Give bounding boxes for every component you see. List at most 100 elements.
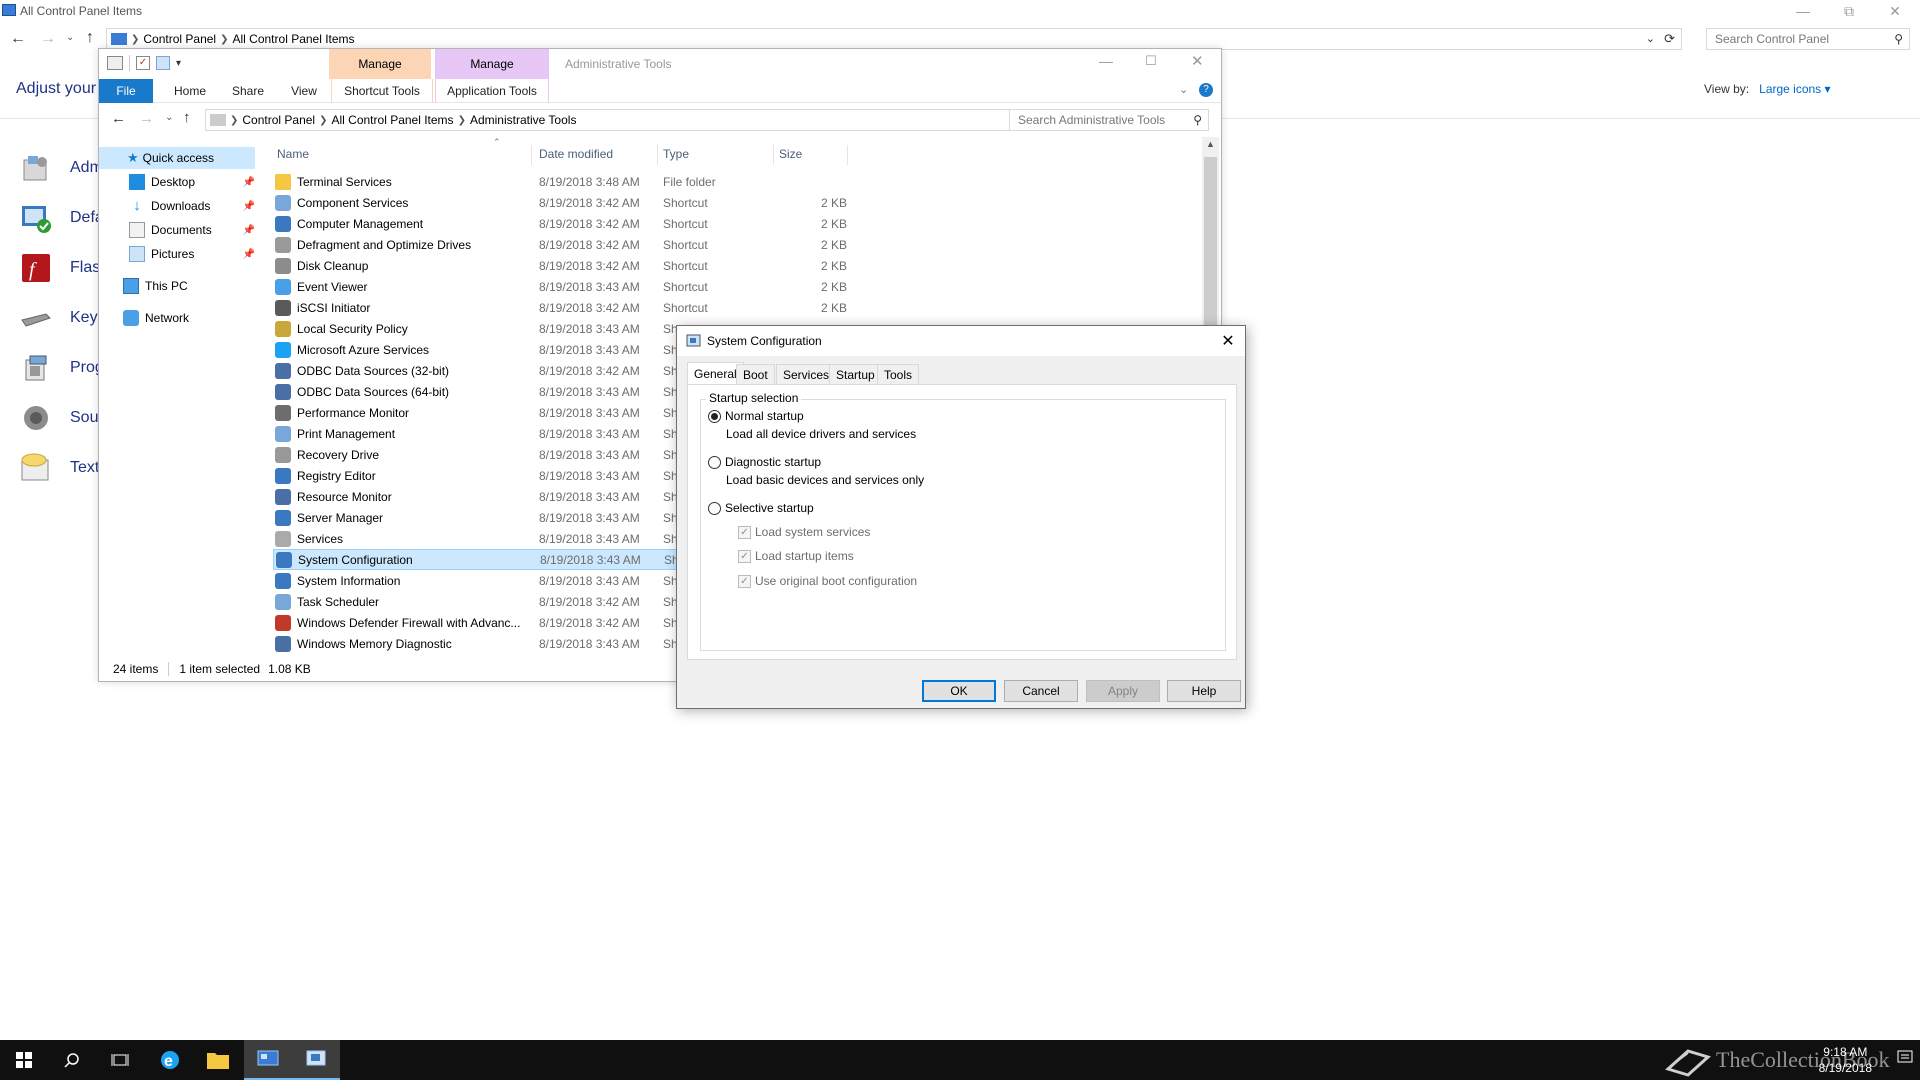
column-divider[interactable] [773, 145, 774, 165]
radio-diagnostic-startup[interactable]: Diagnostic startup [708, 455, 821, 469]
nav-documents[interactable]: Documents 📌 [129, 219, 255, 241]
file-row[interactable]: Defragment and Optimize Drives 8/19/2018 … [273, 234, 921, 255]
radio-selective-startup[interactable]: Selective startup [708, 501, 814, 515]
column-divider[interactable] [657, 145, 658, 165]
back-arrow-icon[interactable]: ← [111, 110, 126, 127]
radio-normal-startup[interactable]: Normal startup [708, 409, 804, 423]
system-clock[interactable]: 9:18 AM 8/19/2018 [1819, 1044, 1872, 1076]
checkbox-load-system-services[interactable]: ✓ Load system services [738, 525, 870, 539]
nav-quick-access[interactable]: ★ Quick access [99, 147, 255, 169]
cp-item-flash[interactable]: f Flash [20, 250, 109, 286]
file-row[interactable]: Terminal Services 8/19/2018 3:48 AM File f… [273, 171, 921, 192]
file-row[interactable]: Disk Cleanup 8/19/2018 3:42 AM Shortcut 2 K… [273, 255, 921, 276]
nav-downloads[interactable]: ↓ Downloads 📌 [129, 195, 255, 217]
nav-desktop[interactable]: Desktop 📌 [129, 171, 255, 193]
close-button[interactable]: ✕ [1872, 0, 1918, 22]
expand-ribbon-icon[interactable]: ⌄ [1179, 83, 1188, 96]
tab-boot[interactable]: Boot [736, 364, 775, 384]
file-row[interactable]: Event Viewer 8/19/2018 3:43 AM Shortcut 2 K… [273, 276, 921, 297]
ok-button[interactable]: OK [922, 680, 996, 702]
breadcrumb-control-panel[interactable]: Control Panel [139, 32, 220, 46]
breadcrumb-all-items[interactable]: All Control Panel Items [328, 113, 458, 127]
nav-this-pc[interactable]: This PC [123, 275, 188, 297]
new-folder-icon[interactable] [156, 56, 170, 70]
customize-toolbar-icon[interactable]: ▾ [176, 58, 181, 69]
address-dropdown-icon[interactable]: ⌄ [1646, 32, 1655, 45]
maximize-button[interactable]: ☐ [1145, 53, 1157, 69]
tab-tools[interactable]: Tools [877, 364, 920, 384]
notification-icon[interactable] [1896, 1048, 1916, 1072]
taskbar-system-configuration[interactable] [292, 1040, 340, 1080]
tab-shortcut-tools[interactable]: Shortcut Tools [331, 79, 433, 103]
restore-button[interactable]: ⧉ [1826, 0, 1872, 22]
tab-file[interactable]: File [99, 79, 153, 103]
recent-chevron-icon[interactable]: ⌄ [165, 112, 173, 123]
help-icon[interactable]: ? [1199, 83, 1213, 97]
checkbox-load-startup-items[interactable]: ✓ Load startup items [738, 549, 854, 563]
column-size[interactable]: Size [779, 147, 802, 161]
tab-home[interactable]: Home [161, 79, 219, 103]
cp-item-admin-tools[interactable]: Admi [20, 150, 106, 186]
cp-item-sound[interactable]: Soun [20, 400, 107, 436]
checklist-icon[interactable]: ✓ [136, 56, 150, 70]
taskbar-file-explorer[interactable] [194, 1040, 242, 1080]
up-arrow-icon[interactable]: ↑ [86, 29, 94, 47]
file-row[interactable]: Computer Management 8/19/2018 3:42 AM Shor… [273, 213, 921, 234]
pin-icon[interactable]: 📌 [243, 201, 255, 212]
view-by-dropdown[interactable]: Large icons ▾ [1759, 82, 1830, 96]
column-date[interactable]: Date modified [539, 147, 613, 161]
search-icon[interactable]: ⚲ [1193, 113, 1202, 127]
checkbox-box[interactable]: ✓ [738, 574, 751, 588]
cp-search-input[interactable]: Search Control Panel ⚲ [1706, 28, 1910, 50]
checkbox-original-boot-config[interactable]: ✓ Use original boot configuration [738, 574, 917, 588]
nav-network[interactable]: Network [123, 307, 189, 329]
start-button[interactable] [0, 1040, 48, 1080]
taskbar-ie[interactable]: e [146, 1040, 194, 1080]
minimize-button[interactable]: — [1099, 53, 1113, 69]
column-divider[interactable] [847, 145, 848, 165]
tab-startup[interactable]: Startup [829, 364, 882, 384]
search-icon[interactable]: ⚲ [1894, 32, 1903, 46]
properties-icon[interactable] [107, 56, 123, 70]
pin-icon[interactable]: 📌 [243, 225, 255, 236]
refresh-icon[interactable]: ⟳ [1664, 31, 1675, 47]
column-name[interactable]: Name [277, 147, 309, 161]
tab-share[interactable]: Share [219, 79, 277, 103]
column-type[interactable]: Type [663, 147, 689, 161]
breadcrumb-all-items[interactable]: All Control Panel Items [229, 32, 359, 46]
radio-button[interactable] [708, 501, 721, 515]
nav-pictures[interactable]: Pictures 📌 [129, 243, 255, 265]
tab-view[interactable]: View [277, 79, 331, 103]
task-view-button[interactable] [96, 1040, 144, 1080]
checkbox-box[interactable]: ✓ [738, 549, 751, 563]
scrollbar-thumb[interactable] [1204, 157, 1217, 327]
breadcrumb-control-panel[interactable]: Control Panel [238, 113, 319, 127]
close-icon[interactable]: ✕ [1211, 326, 1245, 356]
taskbar-control-panel[interactable] [244, 1040, 292, 1080]
radio-button[interactable] [708, 455, 721, 469]
close-button[interactable]: ✕ [1191, 52, 1204, 70]
column-divider[interactable] [531, 145, 532, 165]
tab-services[interactable]: Services [776, 364, 837, 384]
explorer-address-bar[interactable]: ❯ Control Panel ❯ All Control Panel Item… [205, 109, 1079, 131]
breadcrumb-admin-tools[interactable]: Administrative Tools [466, 113, 581, 127]
pin-icon[interactable]: 📌 [243, 249, 255, 260]
file-row[interactable]: Component Services 8/19/2018 3:42 AM Short… [273, 192, 921, 213]
cp-item-text-to-speech[interactable]: Text t [20, 450, 108, 486]
cancel-button[interactable]: Cancel [1004, 680, 1078, 702]
cp-address-bar[interactable]: ❯ Control Panel ❯ All Control Panel Item… [106, 28, 1682, 50]
tab-application-tools[interactable]: Application Tools [435, 79, 549, 103]
forward-arrow-icon[interactable]: → [40, 30, 56, 48]
file-row[interactable]: iSCSI Initiator 8/19/2018 3:42 AM Shortcut… [273, 297, 921, 318]
pin-icon[interactable]: 📌 [243, 177, 255, 188]
cp-item-programs[interactable]: Progr [20, 350, 109, 386]
checkbox-box[interactable]: ✓ [738, 525, 751, 539]
radio-button[interactable] [708, 409, 721, 423]
forward-arrow-icon[interactable]: → [139, 110, 154, 127]
minimize-button[interactable]: — [1780, 0, 1826, 22]
up-arrow-icon[interactable]: ↑ [183, 109, 191, 126]
scroll-up-icon[interactable]: ▲ [1206, 139, 1215, 149]
explorer-search-input[interactable]: Search Administrative Tools ⚲ [1009, 109, 1209, 131]
search-button[interactable] [48, 1040, 96, 1080]
apply-button[interactable]: Apply [1086, 680, 1160, 702]
